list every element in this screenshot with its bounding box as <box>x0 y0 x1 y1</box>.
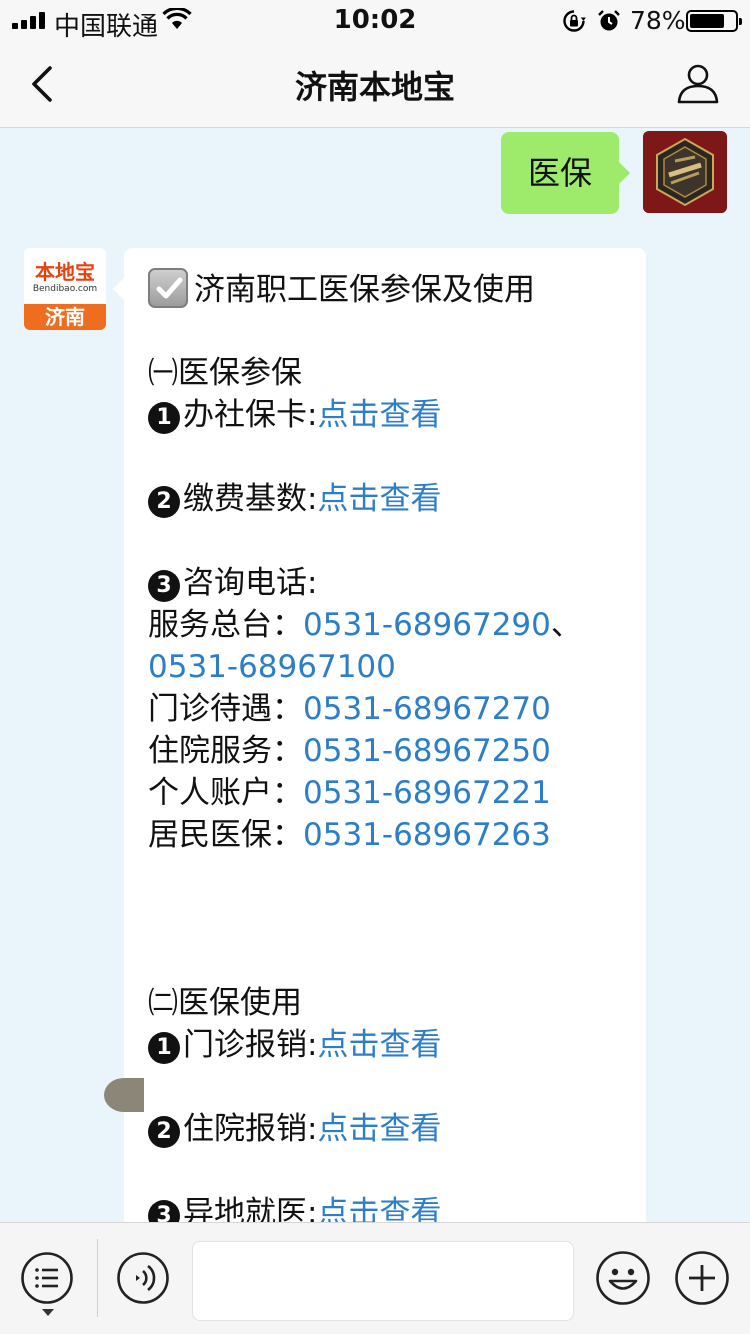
battery-fill <box>690 14 725 28</box>
phone-label: 个人账户： <box>148 775 303 811</box>
number-badge-icon: 3 <box>148 570 180 602</box>
status-bar: 中国联通 10:02 78% <box>0 0 750 42</box>
battery-percent: 78% <box>630 6 686 35</box>
item-label: 办社保卡: <box>183 397 318 433</box>
view-link[interactable]: 点击查看 <box>317 481 441 517</box>
phone-separator: 、 <box>550 607 582 643</box>
carrier-label: 中国联通 <box>54 12 159 42</box>
phone-label: 服务总台： <box>148 607 303 643</box>
phone-link[interactable]: 0531-68967100 <box>148 649 396 685</box>
item-label: 门诊报销: <box>183 1027 318 1063</box>
signal-icon <box>12 11 48 29</box>
phone-row: 0531-68967100 <box>148 646 626 688</box>
view-link[interactable]: 点击查看 <box>317 1027 441 1063</box>
section-mark: ㈠ <box>148 356 178 391</box>
badge-icon <box>643 131 727 213</box>
phone-label: 居民医保： <box>148 817 303 853</box>
list-item: 3 咨询电话: <box>148 562 626 604</box>
phone-link[interactable]: 0531-68967263 <box>303 817 551 853</box>
plus-icon[interactable] <box>674 1250 730 1306</box>
phone-row: 个人账户：0531-68967221 <box>148 772 626 814</box>
list-item: 1 门诊报销:点击查看 <box>148 1024 626 1066</box>
received-message-bubble[interactable]: 济南职工医保参保及使用 ㈠医保参保 1 办社保卡:点击查看 2 缴费基数:点击查看 … <box>113 248 646 1222</box>
checkbox-icon <box>148 268 188 308</box>
avatar-city: 济南 <box>24 304 106 330</box>
list-item: 3 异地就医:点击查看 <box>148 1192 626 1222</box>
view-link[interactable]: 点击查看 <box>317 397 441 433</box>
view-link[interactable]: 点击查看 <box>317 1111 441 1147</box>
phone-row: 门诊待遇：0531-68967270 <box>148 688 626 730</box>
message-title-line: 济南职工医保参保及使用 <box>148 268 626 310</box>
wifi-icon <box>162 8 192 29</box>
person-icon[interactable] <box>676 62 720 106</box>
battery-icon <box>686 10 742 32</box>
number-badge-icon: 1 <box>148 1032 180 1064</box>
phone-link[interactable]: 0531-68967290 <box>303 607 551 643</box>
voice-icon[interactable] <box>116 1251 170 1305</box>
phone-label: 住院服务： <box>148 733 303 769</box>
phone-row: 住院服务：0531-68967250 <box>148 730 626 772</box>
list-item: 2 住院报销:点击查看 <box>148 1108 626 1150</box>
item-label: 缴费基数: <box>183 481 318 517</box>
official-account-avatar[interactable]: 本地宝 Bendibao.com 济南 <box>24 248 106 330</box>
alarm-icon <box>598 10 620 31</box>
message-input[interactable] <box>192 1241 574 1321</box>
phone-label: 门诊待遇： <box>148 691 303 727</box>
list-item: 2 缴费基数:点击查看 <box>148 478 626 520</box>
menu-list-icon[interactable] <box>20 1251 74 1305</box>
phone-row: 居民医保：0531-68967263 <box>148 814 626 856</box>
user-avatar[interactable] <box>643 131 727 213</box>
page-title: 济南本地宝 <box>294 68 455 106</box>
number-badge-icon: 1 <box>148 402 180 434</box>
number-badge-icon: 2 <box>148 486 180 518</box>
avatar-logo-text: 本地宝 <box>35 260 95 284</box>
chat-area[interactable]: 医保 本地宝 Bendibao.com 济南 济南职工医保参保及使用 ㈠医保参保… <box>0 128 750 1222</box>
section-title: 医保使用 <box>178 985 302 1021</box>
input-bar <box>0 1222 750 1334</box>
section-mark: ㈡ <box>148 986 178 1021</box>
avatar-logo-sub: Bendibao.com <box>32 284 98 294</box>
number-badge-icon: 2 <box>148 1116 180 1148</box>
divider <box>97 1239 98 1317</box>
item-label: 异地就医: <box>183 1195 318 1222</box>
chevron-down-icon <box>42 1309 54 1316</box>
phone-link[interactable]: 0531-68967270 <box>303 691 551 727</box>
item-label: 住院报销: <box>183 1111 318 1147</box>
phone-link[interactable]: 0531-68967250 <box>303 733 551 769</box>
item-label: 咨询电话: <box>183 565 318 601</box>
rotation-lock-icon <box>563 10 586 32</box>
phone-row: 服务总台：0531-68967290、 <box>148 604 626 646</box>
sent-message-bubble[interactable]: 医保 <box>501 132 630 214</box>
hidden-avatar-edge <box>104 1078 144 1112</box>
emoji-icon[interactable] <box>595 1250 651 1306</box>
nav-bar: 济南本地宝 <box>0 40 750 128</box>
message-title: 济南职工医保参保及使用 <box>194 272 535 308</box>
sent-message-text: 医保 <box>527 154 592 192</box>
view-link[interactable]: 点击查看 <box>317 1195 441 1222</box>
chevron-left-icon[interactable] <box>22 60 66 108</box>
section-title: 医保参保 <box>178 355 302 391</box>
section-heading: ㈠医保参保 <box>148 352 626 394</box>
list-item: 1 办社保卡:点击查看 <box>148 394 626 436</box>
section-heading: ㈡医保使用 <box>148 982 626 1024</box>
phone-link[interactable]: 0531-68967221 <box>303 775 551 811</box>
number-badge-icon: 3 <box>148 1200 180 1222</box>
